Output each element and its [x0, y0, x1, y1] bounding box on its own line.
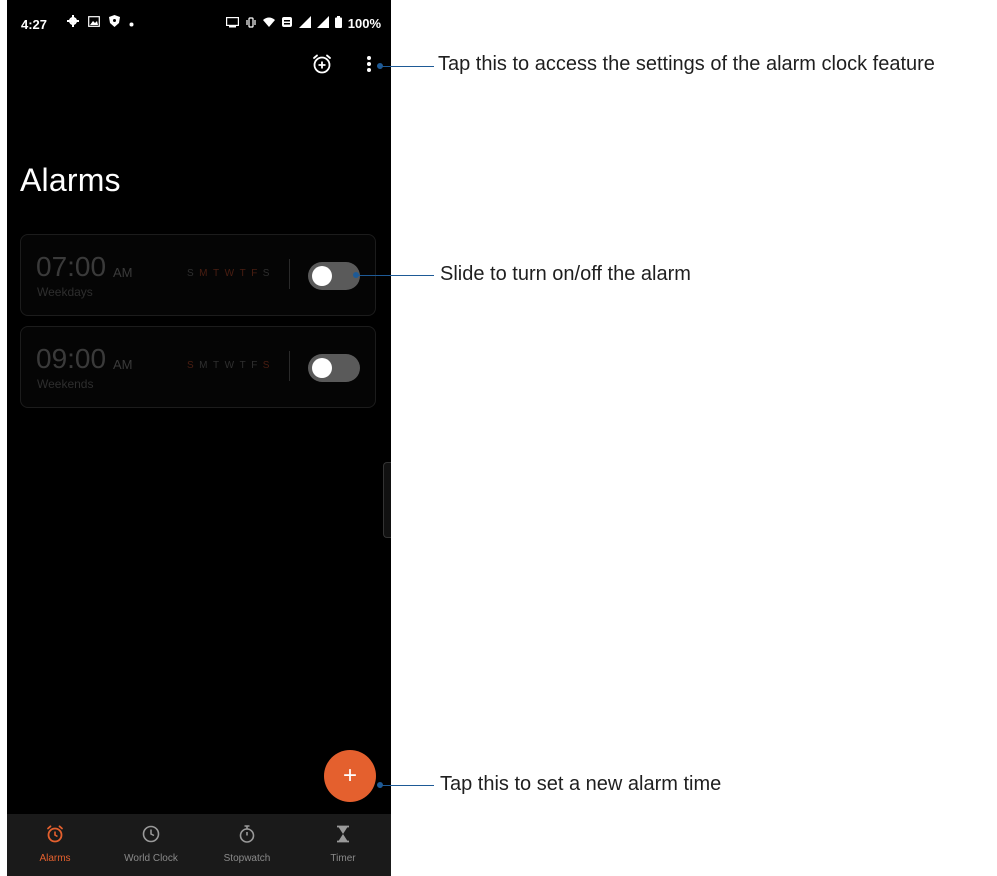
volte-icon: [281, 16, 293, 31]
day-fri: F: [251, 360, 258, 371]
day-tue: T: [213, 360, 220, 371]
bottom-nav: Alarms World Clock Stopwatch Timer: [7, 814, 391, 876]
battery-icon: [334, 16, 342, 31]
day-thu: T: [239, 360, 247, 371]
day-fri: F: [251, 268, 258, 279]
callout-line: [380, 66, 434, 67]
status-time: 4:27: [21, 17, 48, 32]
signal-icon: [298, 16, 311, 31]
dot-icon: [129, 15, 134, 30]
toggle-knob: [312, 266, 332, 286]
tab-stopwatch[interactable]: Stopwatch: [199, 814, 295, 876]
shield-icon: [109, 15, 120, 30]
alarm-days: S M T W T F S: [187, 268, 270, 279]
day-mon: M: [199, 268, 209, 279]
card-divider: [289, 351, 290, 381]
alarm-toggle[interactable]: [308, 354, 360, 382]
alarm-card[interactable]: 07:00 AM Weekdays S M T W T F S: [20, 234, 376, 316]
day-sat: S: [262, 360, 270, 371]
day-sat: S: [262, 268, 270, 279]
callout-settings: Tap this to access the settings of the a…: [438, 53, 935, 75]
clock-icon: [141, 824, 161, 849]
tab-label: Timer: [330, 853, 356, 864]
edge-scroll-handle[interactable]: [383, 462, 391, 538]
signal-2-icon: [316, 16, 329, 31]
plus-icon: +: [342, 762, 357, 789]
phone-screen: 4:27 100% Alarms 07:00 AM Weekdays S M T…: [7, 0, 391, 876]
tab-label: World Clock: [124, 853, 178, 864]
alarm-time: 07:00: [36, 251, 107, 282]
alarm-label: Weekends: [37, 377, 94, 391]
alarm-add-icon: [311, 53, 333, 80]
alarm-ampm: AM: [113, 265, 133, 280]
more-vertical-icon: [366, 54, 372, 79]
card-divider: [289, 259, 290, 289]
status-bar: 4:27 100%: [7, 0, 391, 50]
day-tue: T: [213, 268, 220, 279]
vibrate-icon: [245, 16, 257, 31]
alarm-ampm: AM: [113, 357, 133, 372]
day-wed: W: [224, 268, 235, 279]
image-icon: [88, 15, 100, 30]
new-alarm-fab[interactable]: +: [324, 750, 376, 802]
day-sun: S: [187, 268, 195, 279]
stopwatch-icon: [237, 824, 257, 849]
toggle-knob: [312, 358, 332, 378]
alarm-time: 09:00: [36, 343, 107, 374]
tab-label: Alarms: [39, 853, 71, 864]
callout-add: Tap this to set a new alarm time: [440, 773, 722, 795]
alarm-clock-icon: [45, 824, 65, 849]
day-thu: T: [239, 268, 247, 279]
page-title: Alarms: [20, 162, 121, 198]
hd-voice-icon: [225, 16, 239, 31]
hourglass-icon: [333, 824, 353, 849]
battery-percent: 100%: [347, 16, 381, 31]
wifi-icon: [262, 16, 275, 31]
callout-line: [380, 785, 434, 786]
status-right-icons: 100%: [225, 16, 381, 31]
tab-timer[interactable]: Timer: [295, 814, 391, 876]
status-left-icons: [67, 15, 134, 30]
alarm-label: Weekdays: [37, 285, 93, 299]
tab-alarms[interactable]: Alarms: [7, 814, 103, 876]
settings-gear-icon: [67, 15, 79, 30]
day-sun: S: [187, 360, 195, 371]
tab-label: Stopwatch: [223, 853, 271, 864]
alarm-card[interactable]: 09:00 AM Weekends S M T W T F S: [20, 326, 376, 408]
alarm-days: S M T W T F S: [187, 360, 270, 371]
callout-toggle: Slide to turn on/off the alarm: [440, 263, 691, 285]
callout-line: [356, 275, 434, 276]
day-wed: W: [224, 360, 235, 371]
tab-world-clock[interactable]: World Clock: [103, 814, 199, 876]
day-mon: M: [199, 360, 209, 371]
add-alarm-button[interactable]: [308, 52, 336, 80]
